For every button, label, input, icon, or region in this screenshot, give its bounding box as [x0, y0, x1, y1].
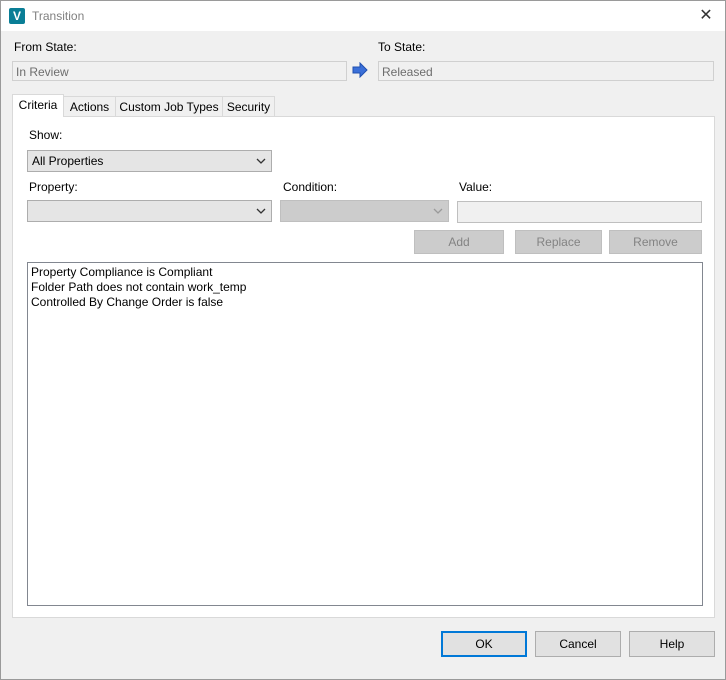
value-label: Value: [459, 180, 493, 194]
cancel-button[interactable]: Cancel [535, 631, 621, 657]
chevron-down-icon [256, 208, 266, 214]
ok-button[interactable]: OK [441, 631, 527, 657]
remove-button[interactable]: Remove [609, 230, 702, 254]
list-item[interactable]: Folder Path does not contain work_temp [31, 280, 699, 295]
help-button[interactable]: Help [629, 631, 715, 657]
tab-criteria[interactable]: Criteria [12, 94, 64, 117]
window-title: Transition [32, 9, 85, 23]
from-state-label: From State: [14, 40, 77, 54]
tab-actions[interactable]: Actions [63, 96, 116, 116]
tab-security[interactable]: Security [222, 96, 275, 116]
property-dropdown[interactable] [27, 200, 272, 222]
chevron-down-icon [433, 208, 443, 214]
criteria-list[interactable]: Property Compliance is Compliant Folder … [27, 262, 703, 606]
value-input[interactable] [457, 201, 702, 223]
add-button[interactable]: Add [414, 230, 504, 254]
list-item[interactable]: Controlled By Change Order is false [31, 295, 699, 310]
list-item[interactable]: Property Compliance is Compliant [31, 265, 699, 280]
title-bar[interactable]: V Transition ✕ [1, 1, 725, 31]
transition-dialog: V Transition ✕ From State: In Review To … [0, 0, 726, 680]
to-state-label: To State: [378, 40, 426, 54]
replace-button[interactable]: Replace [515, 230, 602, 254]
property-label: Property: [29, 180, 78, 194]
vault-app-icon: V [9, 8, 25, 24]
condition-dropdown[interactable] [280, 200, 449, 222]
show-dropdown[interactable]: All Properties [27, 150, 272, 172]
show-dropdown-value: All Properties [32, 154, 104, 168]
from-state-field: In Review [12, 61, 347, 81]
condition-label: Condition: [283, 180, 338, 194]
chevron-down-icon [256, 158, 266, 164]
close-icon[interactable]: ✕ [695, 5, 717, 27]
tab-custom-job-types[interactable]: Custom Job Types [115, 96, 223, 116]
to-state-field: Released [378, 61, 714, 81]
arrow-right-icon [352, 62, 368, 78]
show-label: Show: [29, 128, 63, 142]
